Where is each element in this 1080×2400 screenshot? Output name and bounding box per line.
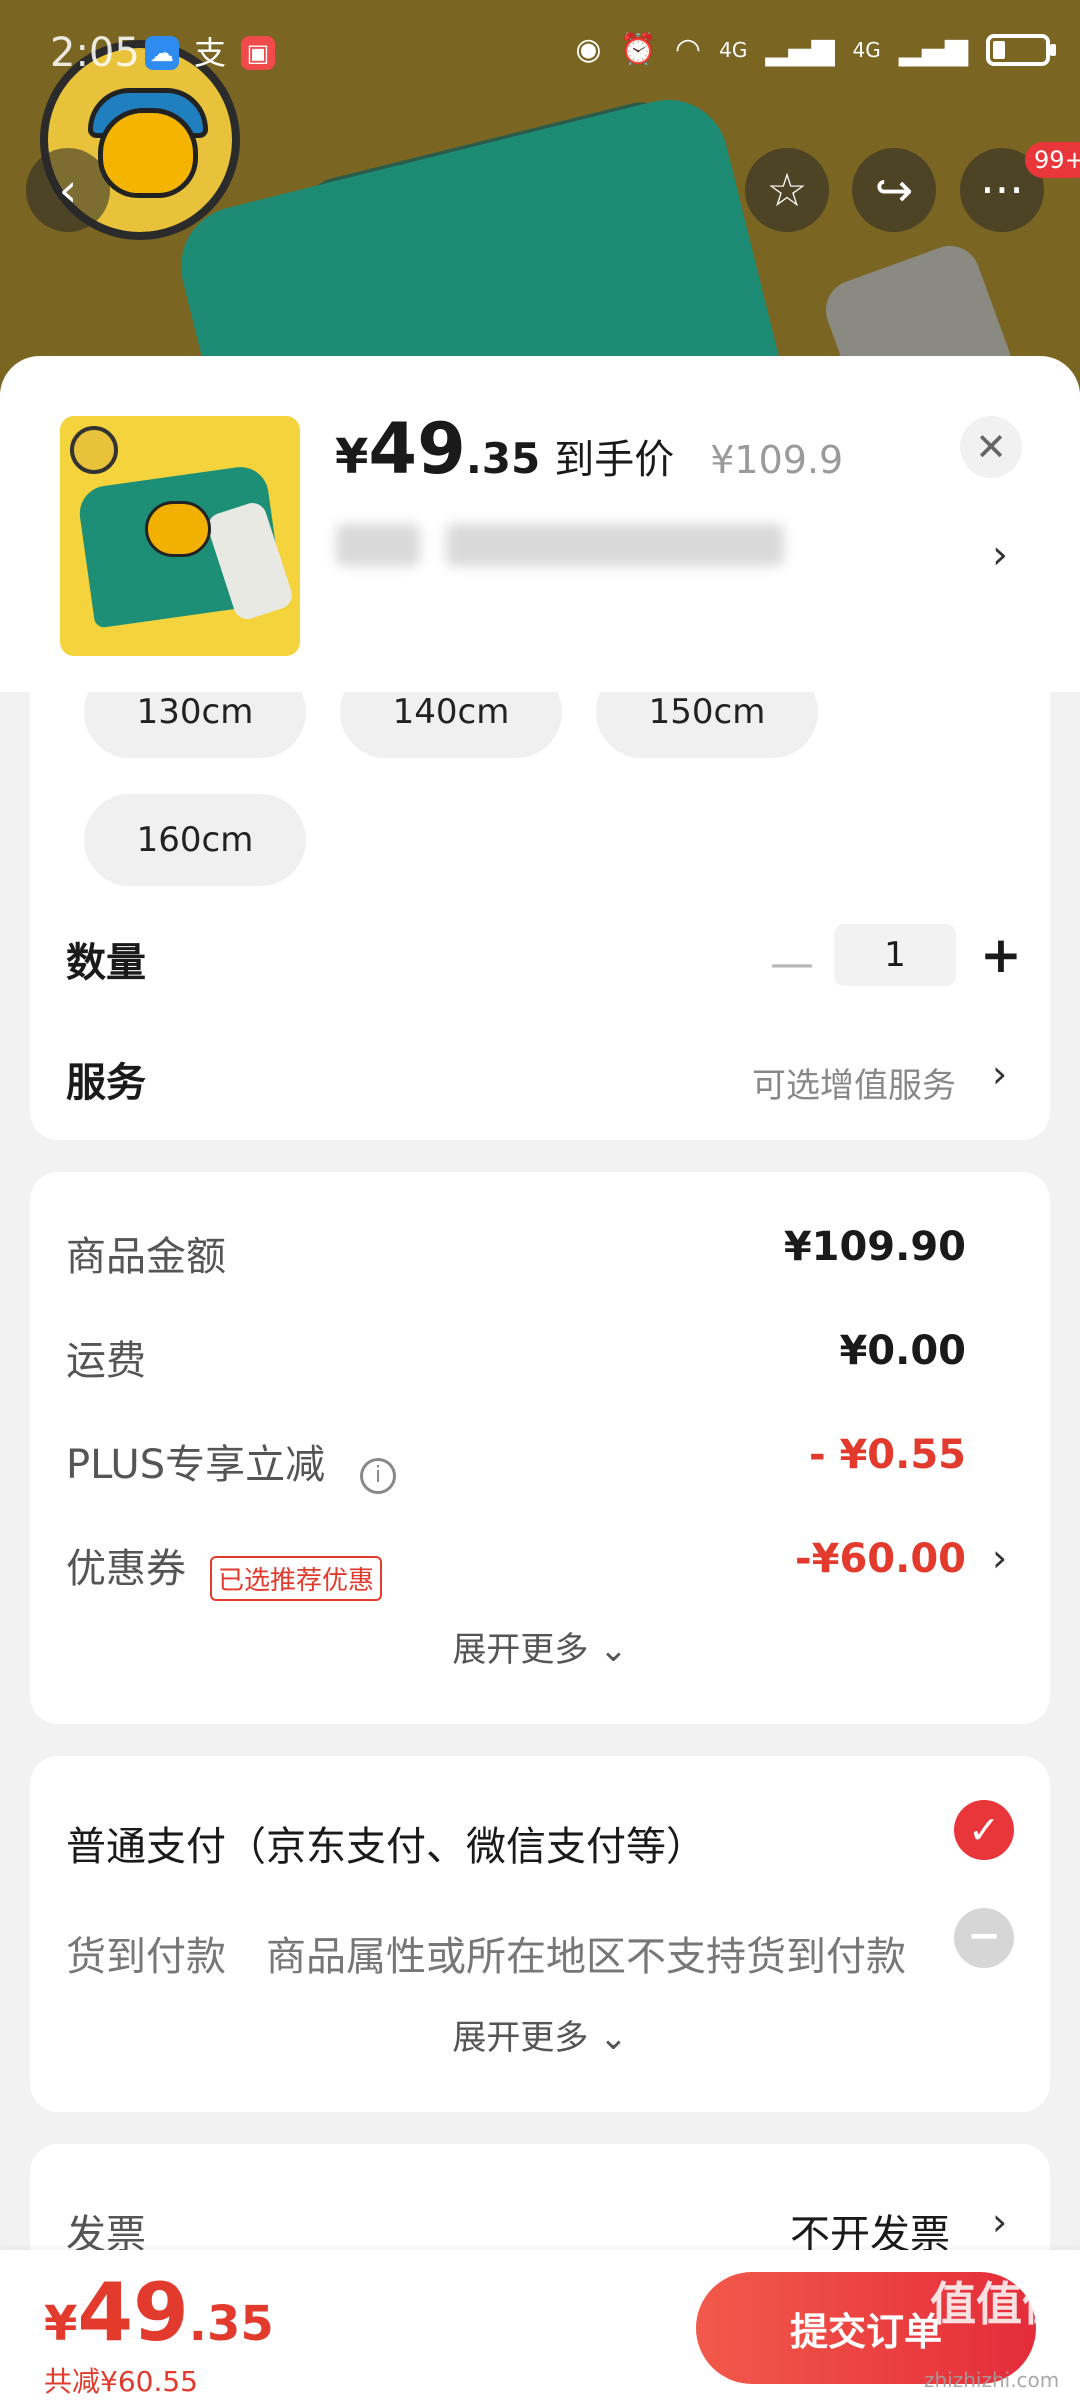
plus-icon[interactable]: + xyxy=(980,926,1022,984)
total-price: ¥ 49 .35 xyxy=(44,2266,274,2359)
wifi-icon: ◠ xyxy=(674,32,702,67)
total-saved: 共减¥60.55 xyxy=(44,2365,198,2398)
shipping-label: 运费 xyxy=(66,1338,146,1384)
payment-card: 普通支付（京东支付、微信支付等） ✓ 货到付款 商品属性或所在地区不支持货到付款… xyxy=(30,1756,1050,2112)
goods-amount-label: 商品金额 xyxy=(66,1234,226,1280)
final-price: ¥ 49 .35 到手价 ¥109.9 xyxy=(335,408,843,490)
payment-cod-note: 商品属性或所在地区不支持货到付款 xyxy=(266,1934,906,1980)
chevron-down-icon: ⌄ xyxy=(599,2018,628,2058)
spec-card: 130cm 140cm 150cm 160cm 数量 — 1 + 服务 可选增值… xyxy=(30,692,1050,1140)
status-bar: 2:05 ☁ 支 ▣ ◉ ⏰ ◠ 4G ▂▄▆ 4G ▂▄▆ xyxy=(0,0,1080,110)
size-option[interactable]: 160cm xyxy=(84,794,306,886)
plus-discount-label: PLUS专享立减 xyxy=(66,1442,326,1488)
close-button[interactable]: ✕ xyxy=(960,416,1022,478)
spec-chevron-icon[interactable]: › xyxy=(992,532,1008,578)
price-integer: 49 xyxy=(368,408,466,490)
favorite-button[interactable]: ☆ xyxy=(745,148,829,232)
minus-icon[interactable]: — xyxy=(770,938,814,989)
share-button[interactable]: ↪ xyxy=(852,148,936,232)
selected-spec-blurred-2[interactable] xyxy=(446,524,784,566)
total-currency: ¥ xyxy=(44,2296,78,2352)
price-label: 到手价 xyxy=(554,437,675,483)
service-hint[interactable]: 可选增值服务 xyxy=(752,1058,956,1107)
product-summary: ¥ 49 .35 到手价 ¥109.9 ✕ › xyxy=(0,356,1080,692)
red-app-icon: ▣ xyxy=(241,36,275,70)
logo-duck xyxy=(98,108,198,198)
share-arrow-icon: ↪ xyxy=(874,163,914,217)
close-icon: ✕ xyxy=(975,425,1007,469)
star-icon: ☆ xyxy=(766,163,808,217)
coupon-tag: 已选推荐优惠 xyxy=(210,1556,383,1601)
amount-card: 商品金额 ¥109.90 运费 ¥0.00 PLUS专享立减 i - ¥0.55… xyxy=(30,1172,1050,1724)
alarm-icon: ⏰ xyxy=(619,32,657,67)
order-sheet: ¥ 49 .35 到手价 ¥109.9 ✕ › 130cm 140cm 150c… xyxy=(0,356,1080,2400)
coupon-value[interactable]: -¥60.00 xyxy=(795,1536,966,1582)
total-decimal: .35 xyxy=(188,2296,274,2352)
expand-more-payment[interactable]: 展开更多 ⌄ xyxy=(30,2010,1050,2059)
price-currency: ¥ xyxy=(335,429,369,485)
disabled-icon: − xyxy=(954,1908,1014,1968)
battery-icon xyxy=(986,33,1056,66)
service-label: 服务 xyxy=(66,1060,146,1106)
original-price: ¥109.9 xyxy=(710,438,844,482)
expand-more-label: 展开更多 xyxy=(452,2018,589,2058)
system-icons: ◉ ⏰ ◠ 4G ▂▄▆ 4G ▂▄▆ xyxy=(575,32,1056,67)
coupon-label: 优惠券 xyxy=(66,1546,186,1592)
more-badge: 99+ xyxy=(1025,142,1080,178)
shipping-value: ¥0.00 xyxy=(839,1328,966,1374)
plus-discount-value: - ¥0.55 xyxy=(808,1432,966,1478)
chevron-right-icon[interactable]: › xyxy=(992,1052,1007,1096)
eye-icon: ◉ xyxy=(575,32,602,67)
cloud-app-icon: ☁ xyxy=(145,36,179,70)
expand-more-label: 展开更多 xyxy=(452,1630,589,1670)
signal-icon-2: ▂▄▆ xyxy=(898,32,968,67)
price-decimal: .35 xyxy=(465,434,541,483)
back-button[interactable]: ‹ xyxy=(26,148,110,232)
chevron-right-icon[interactable]: › xyxy=(992,1536,1007,1580)
size-option[interactable]: 130cm xyxy=(84,692,306,758)
alipay-icon: 支 xyxy=(193,34,226,72)
bottom-bar: ¥ 49 .35 共减¥60.55 提交订单 xyxy=(0,2250,1080,2400)
quantity-label: 数量 xyxy=(66,940,146,986)
signal-icon-1: ▂▄▆ xyxy=(765,32,835,67)
more-dots-icon: ··· xyxy=(980,163,1024,217)
info-icon[interactable]: i xyxy=(360,1458,396,1494)
expand-more-amount[interactable]: 展开更多 ⌄ xyxy=(30,1622,1050,1671)
chevron-down-icon: ⌄ xyxy=(599,1630,628,1670)
total-integer: 49 xyxy=(77,2266,189,2359)
notification-icons: ☁ 支 ▣ xyxy=(145,36,275,70)
status-time: 2:05 xyxy=(50,30,140,76)
watermark-logo: 值值值 xyxy=(930,2277,1068,2331)
selected-spec-blurred[interactable] xyxy=(336,524,420,566)
goods-amount-value: ¥109.90 xyxy=(783,1224,966,1270)
thumb-logo xyxy=(70,426,118,474)
thumb-duck xyxy=(145,501,211,557)
signal-label-1: 4G xyxy=(719,37,748,62)
size-option[interactable]: 150cm xyxy=(596,692,818,758)
payment-cod-label: 货到付款 xyxy=(66,1934,226,1980)
chevron-left-icon: ‹ xyxy=(58,163,78,217)
payment-normal-option[interactable]: 普通支付（京东支付、微信支付等） xyxy=(66,1814,706,1872)
check-icon[interactable]: ✓ xyxy=(954,1800,1014,1860)
chevron-right-icon[interactable]: › xyxy=(992,2200,1007,2244)
watermark-url: zhizhizhi.com xyxy=(924,2368,1060,2392)
quantity-input[interactable]: 1 xyxy=(834,924,956,986)
size-option[interactable]: 140cm xyxy=(340,692,562,758)
signal-label-2: 4G xyxy=(852,37,881,62)
product-thumbnail[interactable] xyxy=(60,416,300,656)
